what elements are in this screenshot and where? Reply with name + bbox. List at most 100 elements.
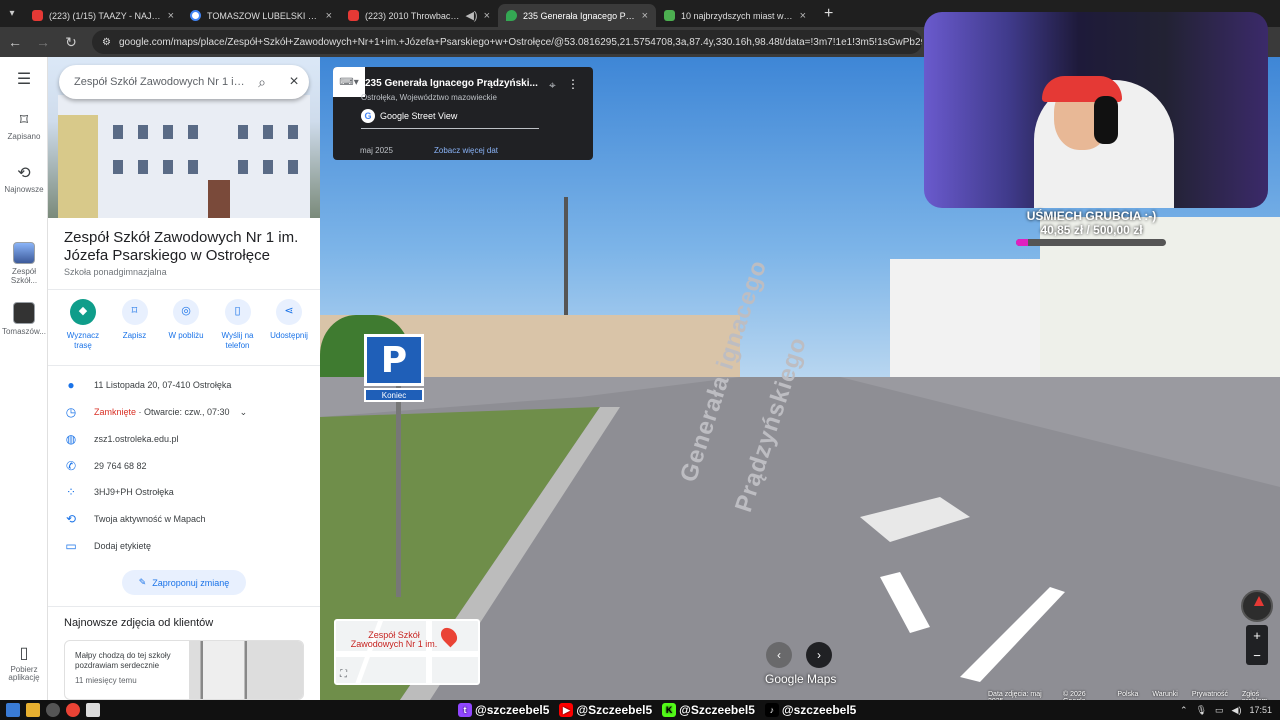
browser-tab-2[interactable]: TOMASZOW LUBELSKI MAPY G × <box>182 4 340 27</box>
new-tab-button[interactable]: + <box>814 5 843 23</box>
clock-time[interactable]: 17:51 <box>1249 705 1272 715</box>
kick-icon: K <box>662 703 677 717</box>
place-title: Zespół Szkół Zawodowych Nr 1 im. Józefa … <box>64 229 299 264</box>
microphone-icon[interactable]: 🎙 <box>1196 705 1207 716</box>
more-options-icon[interactable]: ⋮ <box>567 77 579 91</box>
reload-icon[interactable]: ↻ <box>64 34 78 51</box>
review-date: 11 miesięcy temu <box>75 675 137 685</box>
site-info-icon[interactable]: ⚙ <box>102 37 111 48</box>
phone-text: 29 764 68 82 <box>94 461 147 471</box>
search-icon[interactable]: ⌕ <box>251 74 273 91</box>
rail-recent-place-2[interactable]: Tomaszów... <box>0 302 48 337</box>
rail-recent[interactable]: ⟲ Najnowsze <box>0 165 48 194</box>
send-to-phone-label: Wyślij na telefon <box>221 331 254 350</box>
app-icon[interactable] <box>86 703 100 717</box>
zoom-out-button[interactable]: − <box>1253 648 1261 663</box>
plus-code-row[interactable]: ⁘ 3HJ9+PH Ostrołęka <box>64 485 304 499</box>
chrome-icon[interactable] <box>66 703 80 717</box>
windows-start-icon[interactable] <box>6 703 20 717</box>
nearby-button[interactable]: ◎ W pobliżu <box>161 299 211 350</box>
send-to-phone-button[interactable]: ▯ Wyślij na telefon <box>213 299 263 350</box>
divider <box>48 606 320 607</box>
donation-goal: UŚMIECH GRUBCIA :-) 40,85 zł / 500,00 zł <box>1014 209 1169 237</box>
goal-title: UŚMIECH GRUBCIA :-) <box>1026 209 1157 223</box>
share-label: Udostępnij <box>270 331 308 340</box>
location-pin-icon[interactable]: ⌖ <box>549 78 556 93</box>
phone-icon: ✆ <box>65 459 77 473</box>
directions-button[interactable]: ◆ Wyznacz trasę <box>58 299 108 350</box>
close-tab-icon[interactable]: × <box>642 10 648 22</box>
share-button[interactable]: ⋖ Udostępnij <box>264 299 314 350</box>
search-input[interactable]: Zespół Szkół Zawodowych Nr 1 im. <box>74 76 245 88</box>
compass-icon[interactable] <box>1241 590 1273 622</box>
obs-icon[interactable] <box>46 703 60 717</box>
tab-label: (223) (1/15) TAAZY - NAJLEPSZ <box>49 10 162 21</box>
url-field[interactable]: ⚙ google.com/maps/place/Zespół+Szkół+Zaw… <box>92 30 922 54</box>
review-body: Małpy chodzą do tej szkoły pozdrawiam se… <box>75 651 171 671</box>
network-icon[interactable]: ▭ <box>1215 705 1224 716</box>
chevron-down-icon[interactable]: ⌄ <box>240 407 248 418</box>
rail-saved[interactable]: ⌑ Zapisano <box>0 112 48 141</box>
review-card[interactable]: Małpy chodzą do tej szkoły pozdrawiam se… <box>64 640 304 700</box>
close-tab-icon[interactable]: × <box>484 10 490 22</box>
mini-map-label: Zespół Szkół Zawodowych Nr 1 im. <box>350 630 438 650</box>
forward-arrow-icon[interactable]: → <box>36 34 50 50</box>
system-tray: ⌃ 🎙 ▭ ◀) 17:51 <box>1180 700 1272 720</box>
more-dates-link[interactable]: Zobacz więcej dat <box>434 146 498 155</box>
browser-tab-5[interactable]: 10 najbrzydszych miast w Polsc × <box>656 4 814 27</box>
save-label: Zapisz <box>122 331 147 340</box>
activity-row[interactable]: ⟲ Twoja aktywność w Mapach <box>64 512 304 526</box>
chevron-up-icon[interactable]: ⌃ <box>1180 705 1188 716</box>
social-kick: K @Szczeebel5 <box>662 703 755 717</box>
search-box[interactable]: Zespół Szkół Zawodowych Nr 1 im. ⌕ × <box>59 65 309 99</box>
place-panel: Zespół Szkół Zawodowych Nr 1 im. ⌕ × Zes… <box>48 57 320 700</box>
capture-date: maj 2025 <box>360 146 393 155</box>
save-button[interactable]: ⌑ Zapisz <box>110 299 160 350</box>
footer-country[interactable]: Polska <box>1117 691 1138 700</box>
street-view-info-card: ⌨▾ 235 Generała Ignacego Prądzyński... ⌖… <box>333 67 593 160</box>
rail-get-app[interactable]: ▯ Pobierz aplikację <box>0 645 48 683</box>
goal-progress-bar <box>1016 239 1166 246</box>
website-row[interactable]: ◍ zsz1.ostroleka.edu.pl <box>64 432 304 446</box>
footer-privacy[interactable]: Prywatność <box>1192 691 1228 700</box>
tab-label: 235 Generała Ignacego Prądzyń <box>523 10 636 21</box>
browser-tab-4[interactable]: 235 Generała Ignacego Prądzyń × <box>498 4 656 27</box>
browser-tab-1[interactable]: (223) (1/15) TAAZY - NAJLEPSZ × <box>24 4 182 27</box>
activity-text: Twoja aktywność w Mapach <box>94 514 206 524</box>
place-category[interactable]: Szkoła ponadgimnazjalna <box>64 267 167 277</box>
footer-terms[interactable]: Warunki <box>1152 691 1177 700</box>
file-explorer-icon[interactable] <box>26 703 40 717</box>
volume-icon[interactable]: ◀) <box>1232 705 1242 716</box>
twitch-icon: t <box>458 703 472 717</box>
close-tab-icon[interactable]: × <box>800 10 806 22</box>
mini-map[interactable]: Zespół Szkół Zawodowych Nr 1 im. ⛶ <box>334 619 480 685</box>
footer-report[interactable]: Zgłoś problem <box>1242 691 1280 700</box>
tab-search-icon[interactable]: ▾ <box>0 0 24 27</box>
nearby-label: W pobliżu <box>168 331 204 340</box>
close-icon[interactable]: × <box>279 73 309 91</box>
phone-row[interactable]: ✆ 29 764 68 82 <box>64 459 304 473</box>
history-icon: ⟲ <box>65 512 77 526</box>
plus-code-text: 3HJ9+PH Ostrołęka <box>94 487 174 497</box>
mute-tab-icon[interactable]: ◀) <box>465 9 477 22</box>
globe-icon: ◍ <box>65 432 77 446</box>
street-view-provider: G Google Street View <box>361 109 457 123</box>
chevron-left-icon: ‹ <box>777 648 781 662</box>
address-row[interactable]: ● 11 Listopada 20, 07-410 Ostrołęka <box>64 378 304 392</box>
bookmark-icon: ⌑ <box>121 299 148 325</box>
previous-arrow-button[interactable]: ‹ <box>766 642 792 668</box>
close-tab-icon[interactable]: × <box>168 10 174 22</box>
hours-row[interactable]: ◷ Zamknięte · Otwarcie: czw., 07:30 ⌄ <box>64 405 304 419</box>
menu-button[interactable]: ☰ <box>0 71 48 92</box>
next-arrow-button[interactable]: › <box>806 642 832 668</box>
zoom-in-button[interactable]: + <box>1253 628 1261 643</box>
label-row[interactable]: ▭ Dodaj etykietę <box>64 539 304 553</box>
close-tab-icon[interactable]: × <box>326 10 332 22</box>
back-arrow-icon[interactable]: ← <box>8 34 22 50</box>
review-photo[interactable] <box>189 641 303 699</box>
youtube-icon: ▶ <box>559 703 574 717</box>
suggest-edit-button[interactable]: ✎ Zaproponuj zmianę <box>122 570 246 595</box>
rail-recent-place-1[interactable]: Zespół Szkół... <box>0 242 48 286</box>
expand-icon[interactable]: ⛶ <box>340 669 347 680</box>
browser-tab-3[interactable]: (223) 2010 Throwback DJ Se ◀) × <box>340 4 498 27</box>
